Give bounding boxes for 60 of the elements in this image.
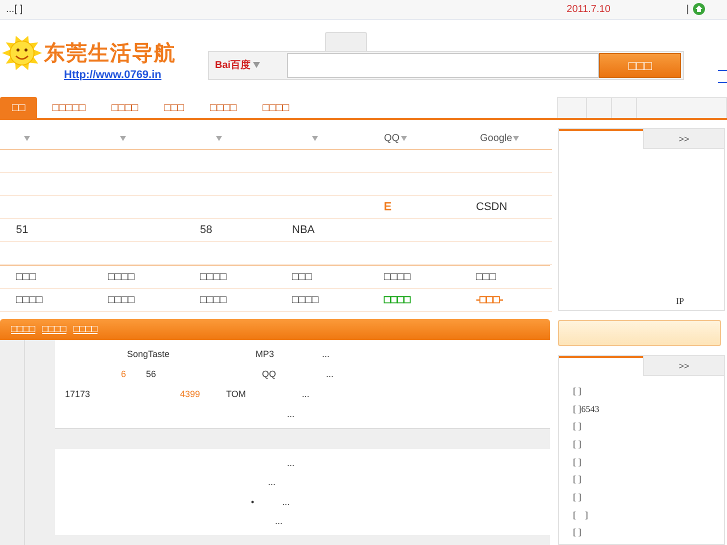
- list-item[interactable]: [ ]: [573, 435, 724, 453]
- table-cell[interactable]: □□□: [292, 271, 312, 283]
- table-cell[interactable]: □□□: [476, 271, 496, 283]
- sort-icon[interactable]: [513, 136, 520, 141]
- table-cell[interactable]: □□□□: [16, 294, 43, 306]
- ip-text: IP: [676, 296, 684, 306]
- link-text[interactable]: 17173: [65, 389, 90, 399]
- table-cell[interactable]: □□□□: [200, 294, 227, 306]
- table-cell[interactable]: CSDN: [476, 201, 508, 213]
- link-text[interactable]: ...: [322, 349, 330, 359]
- link-text[interactable]: TOM: [226, 389, 246, 399]
- link-text[interactable]: ...: [302, 389, 310, 399]
- link-text[interactable]: MP3: [256, 349, 274, 359]
- sort-icon[interactable]: [24, 136, 30, 141]
- link-text[interactable]: QQ: [262, 369, 276, 379]
- link-text[interactable]: ...: [326, 369, 334, 379]
- link-text[interactable]: 56: [146, 369, 156, 379]
- sort-icon[interactable]: [312, 136, 318, 141]
- table-cell[interactable]: □□□: [16, 271, 36, 283]
- list-item[interactable]: [ ]: [573, 417, 724, 436]
- date-text: 2011.7.10: [566, 4, 610, 15]
- table-cell[interactable]: 51: [16, 224, 28, 236]
- home-icon[interactable]: [693, 3, 705, 16]
- table-cell[interactable]: □□□□: [200, 271, 227, 283]
- separator-text: |: [686, 4, 689, 15]
- link-text[interactable]: ...: [287, 409, 295, 419]
- sort-icon[interactable]: [400, 136, 407, 141]
- table-cell[interactable]: □□□□: [108, 294, 135, 306]
- search-field[interactable]: [286, 52, 600, 78]
- list-item[interactable]: [ ]: [573, 452, 724, 470]
- list-item[interactable]: [ ]: [573, 470, 724, 488]
- table-cell[interactable]: □□□□: [384, 294, 411, 306]
- list-item[interactable]: [ ]: [573, 488, 724, 506]
- table-cell[interactable]: □□□□: [108, 271, 135, 283]
- list-item[interactable]: [ ]: [573, 506, 724, 524]
- top-bar-text: ...[ ]: [6, 4, 24, 15]
- link-text[interactable]: ...: [275, 516, 283, 526]
- link-text[interactable]: •: [251, 496, 254, 507]
- site-link[interactable]: Http://www.0769.in: [64, 68, 200, 81]
- engine-selector[interactable]: Bai百度: [211, 54, 287, 77]
- table-cell[interactable]: □□□□: [384, 271, 411, 283]
- more-tab[interactable]: >>: [643, 129, 724, 149]
- link-text[interactable]: SongTaste: [127, 349, 170, 359]
- logo-text: 东莞生活导航: [44, 40, 176, 67]
- table-cell[interactable]: NBA: [292, 224, 315, 236]
- search-tab[interactable]: [325, 32, 367, 51]
- sort-icon[interactable]: [216, 136, 222, 141]
- caret-icon: [252, 62, 260, 68]
- link-text[interactable]: ...: [282, 496, 290, 507]
- link-text[interactable]: ...: [268, 477, 276, 488]
- column-header[interactable]: QQ: [384, 133, 400, 144]
- table-cell[interactable]: □□□□: [292, 294, 319, 306]
- sort-icon[interactable]: [120, 136, 126, 141]
- list-item[interactable]: [ ]6543: [573, 400, 724, 418]
- table-cell[interactable]: 58: [200, 224, 212, 236]
- list-item[interactable]: [ ]: [573, 524, 724, 542]
- link-text[interactable]: ...: [287, 458, 295, 468]
- column-header[interactable]: Google: [480, 133, 512, 144]
- more-tab[interactable]: >>: [643, 356, 724, 376]
- list-item[interactable]: [ ]: [573, 382, 724, 400]
